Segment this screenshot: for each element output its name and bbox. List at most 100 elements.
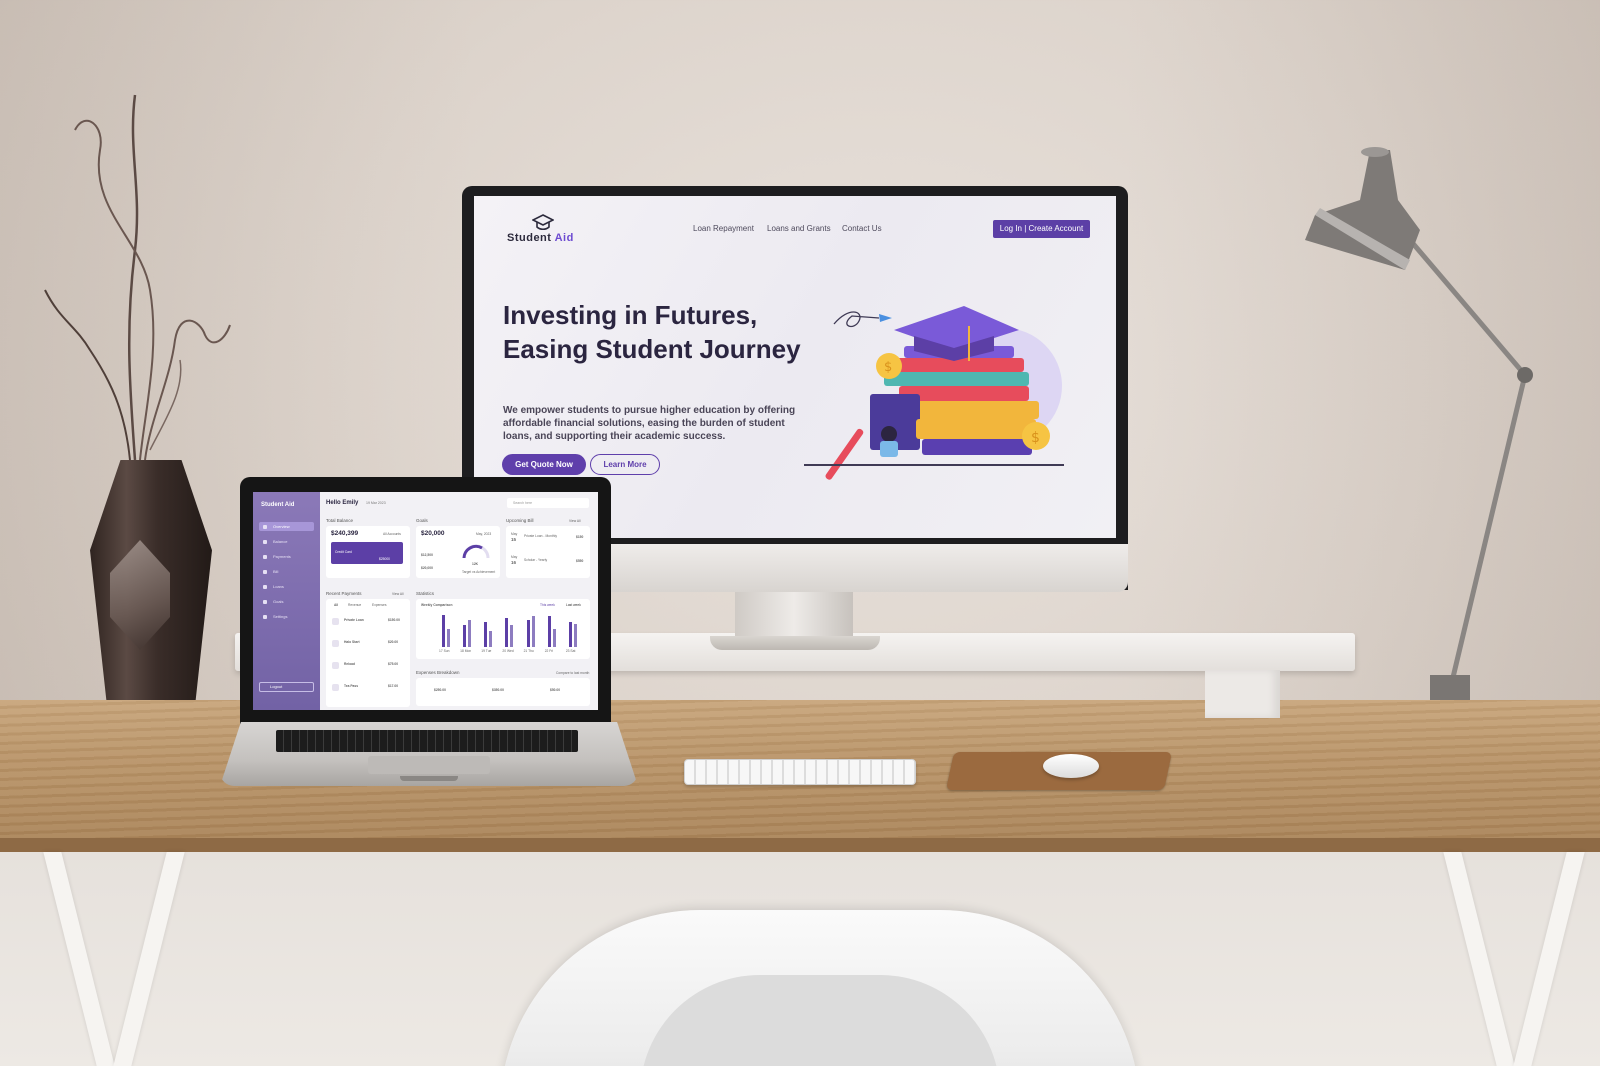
recent-payments-card: All Revenue Expenses Private Loan $150.0…	[326, 599, 410, 707]
sidebar-item-overview[interactable]: Overview	[259, 522, 314, 531]
learn-more-button[interactable]: Learn More	[590, 454, 660, 475]
payment-amount: $75.00	[388, 662, 399, 666]
list-item[interactable]: Reload $75.00	[332, 659, 410, 675]
greeting: Hello Emily	[326, 500, 359, 506]
payment-amount: $17.00	[388, 684, 399, 688]
laptop-screen: Student Aid Overview Balance Payments Bi…	[253, 492, 598, 710]
sidebar-item-settings[interactable]: Settings	[259, 612, 314, 621]
bar-this-week	[547, 616, 551, 647]
sidebar-item-label: Overview	[273, 524, 290, 529]
x-tick-label: 22 Fri	[544, 649, 554, 653]
goal-month: May, 2023	[476, 532, 492, 536]
card-type: Credit Card	[335, 550, 352, 554]
get-quote-button[interactable]: Get Quote Now	[502, 454, 586, 475]
hero-subtitle: We empower students to pursue higher edu…	[503, 405, 796, 442]
nav-loans-and-grants[interactable]: Loans and Grants	[767, 224, 831, 233]
list-item[interactable]: Halo Start $20.00	[332, 637, 410, 653]
payment-icon	[332, 640, 339, 647]
bar-last-week	[531, 616, 535, 647]
tab-revenue[interactable]: Revenue	[348, 603, 361, 607]
goal-gauge	[462, 544, 490, 559]
site-logo[interactable]: Student Aid	[507, 232, 574, 244]
target-achieved: $12,500	[421, 553, 433, 557]
legend-this-week: This week	[540, 603, 555, 607]
wireless-keyboard	[684, 759, 916, 785]
weekly-bar-chart-labels: 17 Sun 18 Mon 19 Tue 20 Wed 21 Thu 22 Fri 23 S…	[436, 649, 584, 655]
dashboard-brand: Student Aid	[261, 502, 295, 508]
gauge-label: Target vs Achievement	[462, 570, 496, 574]
logo-word-accent: Aid	[554, 232, 574, 244]
sidebar-item-bill[interactable]: Bill	[259, 567, 314, 576]
expenses-breakdown-title: Expenses Breakdown	[416, 670, 460, 675]
bar-this-week	[442, 614, 445, 647]
loans-icon	[263, 585, 267, 589]
goals-card: $20,000 May, 2023 $12,500 $20,000 12K Ta…	[416, 526, 500, 578]
list-item[interactable]: Private Loan $150.00	[332, 615, 410, 631]
login-create-account-button[interactable]: Log In | Create Account	[993, 220, 1090, 238]
laptop-keyboard	[276, 730, 578, 752]
dashboard-sidebar: Student Aid Overview Balance Payments Bi…	[253, 492, 320, 710]
monitor-riser-leg	[1205, 670, 1280, 718]
list-item[interactable]: Tea Pass $17.00	[332, 681, 410, 697]
bill-name: Private Loan - Monthly	[524, 534, 557, 538]
books-graduation-illustration: $ $	[804, 306, 1064, 480]
x-tick-label: 19 Tue	[481, 649, 492, 653]
bill-icon	[263, 570, 267, 574]
x-tick-label: 17 Sun	[439, 649, 450, 653]
graduation-cap-icon	[532, 214, 554, 231]
logout-button[interactable]: Logout	[259, 682, 314, 692]
sidebar-item-loans[interactable]: Loans	[259, 582, 314, 591]
bill-month: May	[511, 555, 518, 559]
upcoming-view-all[interactable]: View All	[569, 519, 580, 523]
settings-icon	[263, 615, 267, 619]
current-date: 19 Mar 2023	[366, 501, 386, 505]
credit-card[interactable]: Credit Card $25000	[331, 542, 403, 564]
bar-last-week	[510, 625, 514, 647]
compare-last-month: Compare to last month	[556, 671, 590, 675]
payment-amount: $150.00	[388, 618, 400, 622]
comparison-selector[interactable]: Weekly Comparison	[421, 603, 452, 607]
svg-text:$: $	[1031, 430, 1040, 446]
x-tick-label: 18 Mon	[460, 649, 472, 653]
bill-amount: $550	[576, 559, 584, 563]
bar-last-week	[573, 623, 577, 647]
nav-contact-us[interactable]: Contact Us	[842, 224, 882, 233]
sidebar-item-goals[interactable]: Goals	[259, 597, 314, 606]
laptop-trackpad	[368, 756, 490, 774]
dashboard-main: Hello Emily 19 Mar 2023 Search here Tota…	[320, 492, 598, 710]
payments-icon	[263, 555, 267, 559]
payment-icon	[332, 662, 339, 669]
goals-icon	[263, 600, 267, 604]
legend-last-week: Last week	[566, 603, 581, 607]
nav-loan-repayment[interactable]: Loan Repayment	[693, 224, 754, 233]
bill-day: 16	[511, 560, 517, 565]
tab-all[interactable]: All	[334, 603, 338, 607]
tab-expenses[interactable]: Expenses	[372, 603, 386, 607]
goal-amount: $20,000	[421, 530, 445, 537]
svg-text:$: $	[884, 360, 892, 375]
expenses-breakdown-card: $250.00 $350.00 $50.00	[416, 678, 590, 706]
laptop-notch	[400, 776, 458, 781]
payment-icon	[332, 684, 339, 691]
card-amount: $25000	[379, 557, 391, 561]
sidebar-item-payments[interactable]: Payments	[259, 552, 314, 561]
payment-name: Reload	[344, 662, 355, 666]
search-input[interactable]: Search here	[507, 498, 589, 508]
imac-stand-foot	[710, 636, 880, 650]
statistics-title: Statistics	[416, 591, 435, 596]
expense-amount: $50.00	[550, 688, 561, 692]
bar-this-week	[463, 625, 467, 647]
sidebar-item-label: Goals	[273, 599, 284, 604]
sidebar-item-balance[interactable]: Balance	[259, 537, 314, 546]
bar-this-week	[484, 621, 488, 647]
bill-month: May	[511, 532, 518, 536]
sidebar-item-label: Bill	[273, 569, 279, 574]
imac-stand	[735, 592, 853, 640]
weekly-bar-chart	[436, 611, 584, 647]
gauge-value: 12K	[472, 562, 479, 566]
total-balance-card: $240,399 All Accounts Credit Card $25000	[326, 526, 410, 578]
sidebar-item-label: Settings	[273, 614, 288, 619]
recent-view-all[interactable]: View All	[392, 592, 403, 596]
total-balance-title: Total Balance	[326, 518, 354, 523]
desk-edge	[0, 838, 1600, 852]
